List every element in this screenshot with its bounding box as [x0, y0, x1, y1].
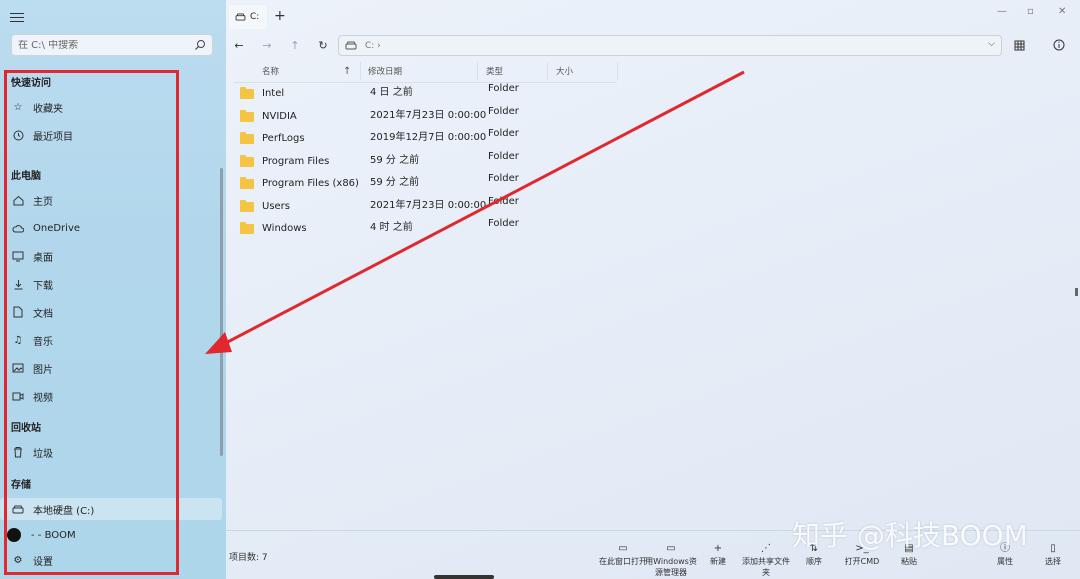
sidebar-item-trash[interactable]: 垃圾 — [0, 441, 222, 463]
download-icon — [11, 277, 25, 291]
back-arrow-icon[interactable]: ← — [230, 36, 248, 54]
cloud-icon — [11, 221, 25, 235]
sidebar-item-home[interactable]: 主页 — [0, 189, 222, 211]
sidebar-item-documents[interactable]: 文档 — [0, 301, 222, 323]
toolbar: ← → ↑ ↻ C: › ⌵ — [226, 30, 1080, 60]
folder-icon — [240, 200, 254, 212]
info-icon[interactable] — [1050, 36, 1068, 54]
folder-icon — [240, 87, 254, 99]
column-header-name[interactable]: 名称 — [262, 60, 279, 82]
window-icon: ▭ — [666, 543, 676, 554]
column-divider[interactable] — [360, 62, 361, 80]
grid-view-icon[interactable] — [1010, 36, 1028, 54]
up-arrow-icon[interactable]: ↑ — [286, 36, 304, 54]
sidebar-scrollbar[interactable] — [220, 168, 223, 456]
sidebar-item-settings[interactable]: ⚙ 设置 — [0, 549, 222, 571]
home-icon — [11, 193, 25, 207]
drive-icon — [345, 41, 357, 50]
open-explorer-button[interactable]: ▭ 用Windows资源管理器 — [645, 543, 697, 578]
tab-c-drive[interactable]: C: — [229, 5, 267, 29]
window-icon: ▭ — [618, 543, 628, 554]
select-icon: ▯ — [1050, 543, 1056, 554]
table-row[interactable]: Program Files (x86) 59 分 之前 Folder — [226, 173, 626, 195]
avatar — [7, 528, 21, 542]
address-bar[interactable]: C: › ⌵ — [338, 35, 1002, 56]
folder-icon — [240, 155, 254, 167]
search-icon[interactable] — [194, 39, 206, 51]
column-divider[interactable] — [477, 62, 478, 80]
gear-icon: ⚙ — [13, 554, 23, 566]
column-divider[interactable] — [617, 62, 618, 80]
sidebar-item-boom[interactable]: - - BOOM — [0, 524, 222, 546]
sidebar-item-pictures[interactable]: 图片 — [0, 357, 222, 379]
watermark: 知乎 @科技BOOM — [792, 519, 1028, 552]
sidebar: 快速访问 ☆收藏夹 最近项目 此电脑 主页 OneDrive 桌面 下载 文档 … — [0, 0, 226, 579]
refresh-icon[interactable]: ↻ — [314, 36, 332, 54]
folder-icon — [240, 132, 254, 144]
section-quick-access: 快速访问 — [11, 78, 51, 89]
table-row[interactable]: Intel 4 日 之前 Folder — [226, 83, 626, 105]
column-divider[interactable] — [547, 62, 548, 80]
table-row[interactable]: PerfLogs 2019年12月7日 0:00:00 Folder — [226, 128, 626, 150]
folder-icon — [240, 110, 254, 122]
drive-icon — [11, 502, 25, 516]
sidebar-item-desktop[interactable]: 桌面 — [0, 245, 222, 267]
monitor-icon — [11, 249, 25, 263]
trash-icon — [11, 445, 25, 459]
column-header-modified[interactable]: 修改日期 — [368, 60, 402, 82]
sidebar-item-onedrive[interactable]: OneDrive — [0, 217, 222, 239]
music-note-icon: ♫ — [13, 334, 23, 346]
open-in-window-button[interactable]: ▭ 在此窗口打开 — [597, 543, 649, 567]
sidebar-item-recent[interactable]: 最近项目 — [0, 124, 222, 146]
section-recycle-bin[interactable]: 回收站 — [11, 419, 41, 434]
column-header-size[interactable]: 大小 — [556, 60, 573, 82]
sidebar-item-local-disk[interactable]: 本地硬盘 (C:) — [0, 498, 222, 520]
folder-icon — [240, 222, 254, 234]
share-icon: ⋰ — [761, 543, 771, 554]
sidebar-item-favorites[interactable]: ☆ 收藏夹 — [0, 96, 222, 118]
table-row[interactable]: Users 2021年7月23日 0:00:00 Folder — [226, 196, 626, 218]
forward-arrow-icon[interactable]: → — [258, 36, 276, 54]
titlebar: C: + — ▫ ✕ — [226, 0, 1080, 30]
item-count: 项目数: 7 — [229, 553, 268, 563]
plus-icon: + — [713, 543, 723, 554]
add-shared-folder-button[interactable]: ⋰ 添加共享文件夹 — [740, 543, 792, 578]
maximize-button[interactable]: ▫ — [1027, 6, 1034, 17]
table-row[interactable]: Program Files 59 分 之前 Folder — [226, 151, 626, 173]
document-icon — [11, 305, 25, 319]
sidebar-item-music[interactable]: ♫ 音乐 — [0, 329, 222, 351]
star-icon: ☆ — [13, 101, 23, 113]
minimize-button[interactable]: — — [997, 6, 1007, 17]
section-storage: 存储 — [11, 480, 31, 491]
new-button[interactable]: + 新建 — [692, 543, 744, 567]
section-this-pc: 此电脑 — [11, 171, 41, 182]
table-row[interactable]: NVIDIA 2021年7月23日 0:00:00 Folder — [226, 106, 626, 128]
select-button[interactable]: ▯ 选择 — [1027, 543, 1079, 567]
sidebar-item-videos[interactable]: 视频 — [0, 385, 222, 407]
chevron-down-icon[interactable]: ⌵ — [988, 39, 995, 49]
new-tab-button[interactable]: + — [274, 8, 286, 24]
address-path: C: › — [365, 40, 381, 51]
resize-handle[interactable] — [1075, 288, 1078, 296]
sort-arrow-icon[interactable]: ↑ — [343, 60, 351, 82]
video-icon — [11, 389, 25, 403]
column-header-type[interactable]: 类型 — [486, 60, 503, 82]
image-icon — [11, 361, 25, 375]
sidebar-item-downloads[interactable]: 下载 — [0, 273, 222, 295]
hamburger-menu-icon[interactable] — [10, 10, 24, 24]
drive-icon — [235, 13, 246, 21]
table-row[interactable]: Windows 4 时 之前 Folder — [226, 218, 626, 240]
home-indicator — [434, 575, 494, 579]
search-input[interactable] — [18, 39, 194, 51]
folder-icon — [240, 177, 254, 189]
search-box[interactable] — [11, 34, 213, 56]
close-button[interactable]: ✕ — [1058, 6, 1066, 17]
clock-icon — [11, 128, 25, 142]
